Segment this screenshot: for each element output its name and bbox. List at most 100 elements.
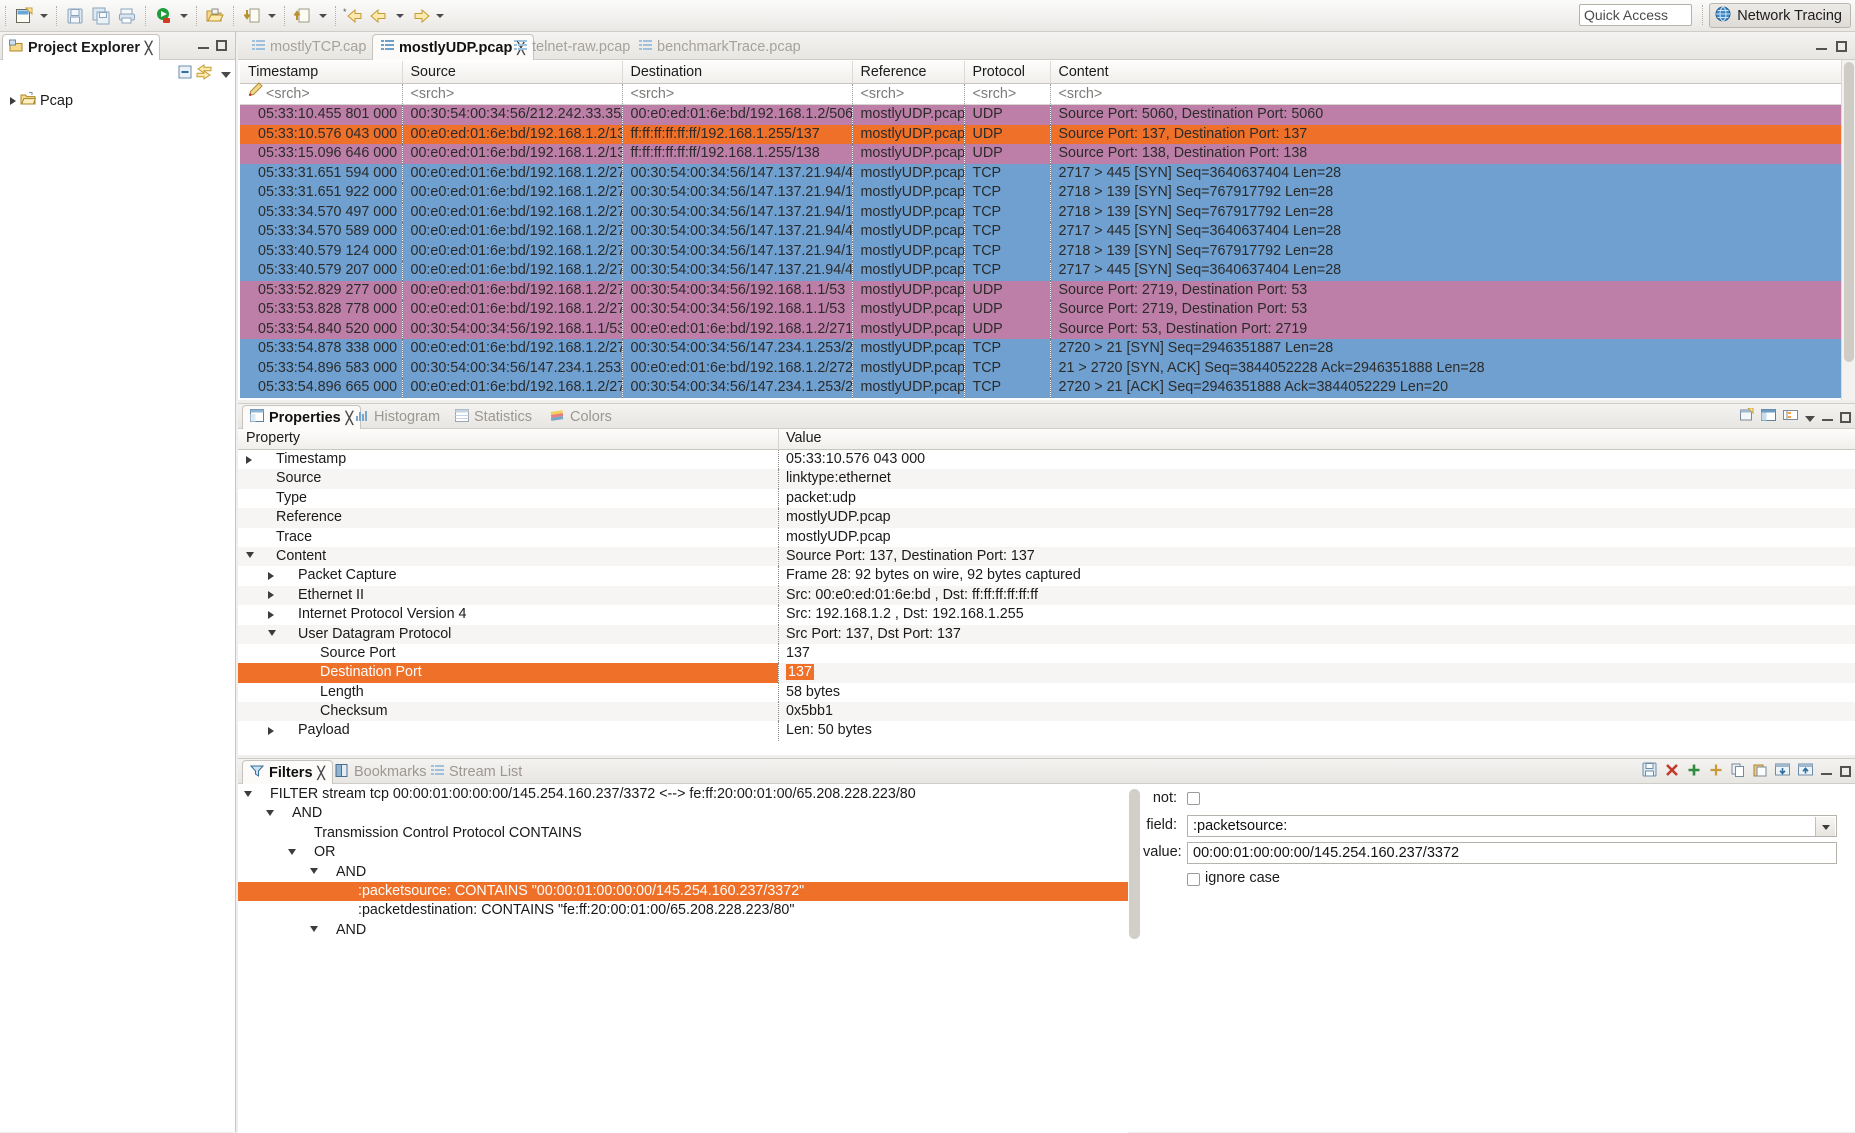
view-menu-icon[interactable] [1805, 410, 1815, 426]
cell-content[interactable]: Source Port: 2719, Destination Port: 53 [1050, 281, 1841, 301]
table-row[interactable]: 05:33:54.840 520 00000:30:54:00:34:56/19… [240, 320, 1841, 340]
cell-reference[interactable]: mostlyUDP.pcap [852, 203, 964, 223]
cell-protocol[interactable]: UDP [964, 281, 1050, 301]
cell-reference[interactable]: mostlyUDP.pcap [852, 261, 964, 281]
cell-content[interactable]: 21 > 2720 [SYN, ACK] Seq=3844052228 Ack=… [1050, 359, 1841, 379]
filters-tree-scrollbar[interactable] [1128, 787, 1141, 1127]
save-icon[interactable] [62, 3, 88, 29]
new-dropdown-arrow[interactable] [37, 4, 51, 28]
column-header-reference[interactable]: Reference [852, 61, 964, 84]
filter-node[interactable]: AND [238, 921, 1128, 940]
column-header-timestamp[interactable]: Timestamp [240, 61, 402, 84]
cell-content[interactable]: 2718 > 139 [SYN] Seq=767917792 Len=28 [1050, 203, 1841, 223]
minimize-icon[interactable] [1821, 766, 1832, 777]
tab-statistics[interactable]: Statistics [448, 405, 539, 429]
run-icon[interactable] [151, 3, 177, 29]
cell-reference[interactable]: mostlyUDP.pcap [852, 183, 964, 203]
paste-icon[interactable] [1753, 763, 1767, 781]
table-row[interactable]: 05:33:53.828 778 00000:e0:ed:01:6e:bd/19… [240, 300, 1841, 320]
table-row[interactable]: 05:33:54.896 583 00000:30:54:00:34:56/14… [240, 359, 1841, 379]
scrollbar-thumb[interactable] [1844, 62, 1854, 362]
cell-content[interactable]: 2720 > 21 [SYN] Seq=2946351887 Len=28 [1050, 339, 1841, 359]
cell-protocol[interactable]: TCP [964, 242, 1050, 262]
table-row[interactable]: 05:33:52.829 277 00000:e0:ed:01:6e:bd/19… [240, 281, 1841, 301]
cell-content[interactable]: 2717 > 445 [SYN] Seq=3640637404 Len=28 [1050, 261, 1841, 281]
property-row[interactable]: Ethernet IISrc: 00:e0:ed:01:6e:bd , Dst:… [238, 586, 1855, 605]
tab-colors[interactable]: Colors [543, 405, 619, 429]
cell-reference[interactable]: mostlyUDP.pcap [852, 378, 964, 398]
chevron-right-icon[interactable] [268, 727, 274, 735]
save-all-icon[interactable] [88, 3, 114, 29]
property-row[interactable]: TracemostlyUDP.pcap [238, 528, 1855, 547]
cell-timestamp[interactable]: 05:33:54.840 520 000 [240, 320, 402, 340]
tab-telnet-raw-pcap[interactable]: telnet-raw.pcap [506, 34, 638, 60]
cell-destination[interactable]: ff:ff:ff:ff:ff:ff/192.168.1.255/138 [622, 144, 852, 164]
add-node-icon[interactable] [1709, 763, 1723, 781]
cell-protocol[interactable]: UDP [964, 144, 1050, 164]
cell-reference[interactable]: mostlyUDP.pcap [852, 144, 964, 164]
cell-timestamp[interactable]: 05:33:31.651 922 000 [240, 183, 402, 203]
maximize-icon[interactable] [216, 40, 227, 51]
cell-destination[interactable]: 00:30:54:00:34:56/147.137.21.94/139 [622, 203, 852, 223]
tab-stream-list[interactable]: Stream List [424, 760, 529, 784]
tab-properties[interactable]: Properties ╳ [242, 405, 361, 429]
cell-destination[interactable]: 00:e0:ed:01:6e:bd/192.168.1.2/2720 [622, 359, 852, 379]
cell-destination[interactable]: 00:30:54:00:34:56/147.137.21.94/445 [622, 222, 852, 242]
cell-destination[interactable]: 00:30:54:00:34:56/192.168.1.1/53 [622, 281, 852, 301]
cell-source[interactable]: 00:e0:ed:01:6e:bd/192.168.1.2/2720 [402, 339, 622, 359]
chevron-down-icon[interactable] [288, 849, 296, 855]
table-row[interactable]: 05:33:54.878 338 00000:e0:ed:01:6e:bd/19… [240, 339, 1841, 359]
chevron-right-icon[interactable] [268, 572, 274, 580]
import-dropdown-arrow[interactable] [265, 4, 279, 28]
add-filter-icon[interactable] [1687, 763, 1701, 781]
cell-reference[interactable]: mostlyUDP.pcap [852, 339, 964, 359]
export-icon[interactable] [290, 3, 316, 29]
open-trace-icon[interactable] [202, 3, 228, 29]
column-header-source[interactable]: Source [402, 61, 622, 84]
minimize-icon[interactable] [1822, 412, 1833, 423]
table-row[interactable]: 05:33:40.579 124 00000:e0:ed:01:6e:bd/19… [240, 242, 1841, 262]
chevron-right-icon[interactable] [10, 97, 16, 105]
cell-source[interactable]: 00:30:54:00:34:56/212.242.33.35/5060 [402, 105, 622, 125]
column-header-content[interactable]: Content [1050, 61, 1841, 84]
cell-timestamp[interactable]: 05:33:34.570 497 000 [240, 203, 402, 223]
close-icon[interactable]: ╳ [145, 41, 152, 55]
cell-destination[interactable]: 00:30:54:00:34:56/147.137.21.94/445 [622, 164, 852, 184]
column-header-protocol[interactable]: Protocol [964, 61, 1050, 84]
cell-protocol[interactable]: UDP [964, 320, 1050, 340]
tab-filters[interactable]: Filters ╳ [242, 760, 333, 784]
cell-destination[interactable]: 00:30:54:00:34:56/147.234.1.253/21 [622, 339, 852, 359]
search-cell-timestamp[interactable]: <srch> [240, 84, 402, 105]
cell-content[interactable]: Source Port: 2719, Destination Port: 53 [1050, 300, 1841, 320]
search-cell-reference[interactable]: <srch> [852, 84, 964, 105]
cell-timestamp[interactable]: 05:33:53.828 778 000 [240, 300, 402, 320]
cell-source[interactable]: 00:e0:ed:01:6e:bd/192.168.1.2/137 [402, 125, 622, 145]
cell-source[interactable]: 00:e0:ed:01:6e:bd/192.168.1.2/2719 [402, 281, 622, 301]
export-filter-icon[interactable] [1798, 763, 1813, 781]
forward-arrow-icon[interactable] [407, 3, 433, 29]
cell-protocol[interactable]: TCP [964, 164, 1050, 184]
cell-protocol[interactable]: TCP [964, 339, 1050, 359]
cell-content[interactable]: Source Port: 138, Destination Port: 138 [1050, 144, 1841, 164]
filter-node[interactable]: OR [238, 843, 1128, 862]
run-dropdown-arrow[interactable] [177, 4, 191, 28]
cell-content[interactable]: 2720 > 21 [ACK] Seq=2946351888 Ack=38440… [1050, 378, 1841, 398]
cell-protocol[interactable]: UDP [964, 300, 1050, 320]
show-categories-icon[interactable] [1761, 408, 1776, 427]
value-input[interactable]: 00:00:01:00:00:00/145.254.160.237/3372 [1187, 842, 1837, 864]
maximize-icon[interactable] [1840, 766, 1851, 777]
export-dropdown-arrow[interactable] [316, 4, 330, 28]
cell-destination[interactable]: 00:30:54:00:34:56/147.137.21.94/139 [622, 242, 852, 262]
column-header-value[interactable]: Value [786, 430, 822, 446]
cell-reference[interactable]: mostlyUDP.pcap [852, 242, 964, 262]
cell-content[interactable]: 2717 > 445 [SYN] Seq=3640637404 Len=28 [1050, 222, 1841, 242]
link-with-editor-icon[interactable] [195, 64, 213, 84]
cell-reference[interactable]: mostlyUDP.pcap [852, 164, 964, 184]
filter-node[interactable]: AND [238, 863, 1128, 882]
print-icon[interactable] [114, 3, 140, 29]
cell-timestamp[interactable]: 05:33:10.576 043 000 [240, 125, 402, 145]
table-row[interactable]: 05:33:34.570 589 00000:e0:ed:01:6e:bd/19… [240, 222, 1841, 242]
collapse-all-icon[interactable] [177, 64, 193, 84]
chevron-down-icon[interactable] [1815, 817, 1835, 837]
property-row[interactable]: Packet CaptureFrame 28: 92 bytes on wire… [238, 566, 1855, 585]
